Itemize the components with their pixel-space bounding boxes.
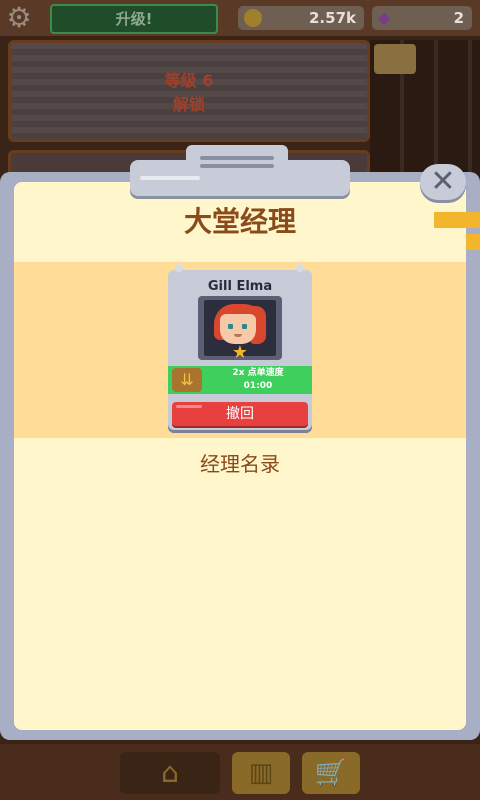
coin-icon: [244, 9, 262, 27]
card-pin: [296, 264, 304, 272]
coin-counter: 2.57k: [238, 6, 364, 30]
gem-counter[interactable]: ◆ 2: [372, 6, 472, 30]
gem-icon: ◆: [378, 8, 391, 27]
coin-value: 2.57k: [309, 9, 356, 27]
portrait-eye: [228, 324, 233, 329]
card-pin: [175, 264, 183, 272]
library-icon[interactable]: ▥: [232, 752, 290, 794]
side-tab: [466, 234, 480, 250]
clip-shine: [140, 176, 200, 180]
cart-icon[interactable]: 🛒: [302, 752, 360, 794]
clipboard-clip-top: [186, 145, 288, 177]
skill-description: 2x 点单速度: [232, 368, 284, 378]
portrait-face: [220, 314, 256, 344]
button-shine: [176, 405, 202, 408]
shaft-level-label: 等级 6: [164, 71, 214, 90]
skill-duration: 01:00: [243, 381, 273, 391]
roster-heading: 经理名录: [200, 452, 280, 476]
locked-shaft[interactable]: 等级 6 解锁: [8, 40, 370, 142]
manager-name: Gill Elma: [207, 279, 273, 294]
gear-icon[interactable]: ⚙: [4, 4, 34, 32]
gem-value: 2: [453, 9, 464, 27]
clip-line: [200, 156, 274, 160]
elevator-icon[interactable]: [374, 44, 416, 74]
modal-title: 大堂经理: [183, 205, 296, 238]
skill-icon[interactable]: ⇊: [172, 368, 202, 392]
shaft-unlock-label: 解锁: [172, 95, 205, 114]
side-tab: [434, 212, 480, 228]
clip-line: [200, 164, 274, 168]
upgrade-button[interactable]: 升级!: [50, 4, 218, 34]
close-button[interactable]: ✕: [420, 164, 466, 200]
home-icon[interactable]: ⌂: [120, 752, 220, 794]
portrait-eye: [242, 324, 247, 329]
star-icon: ★: [231, 342, 249, 363]
